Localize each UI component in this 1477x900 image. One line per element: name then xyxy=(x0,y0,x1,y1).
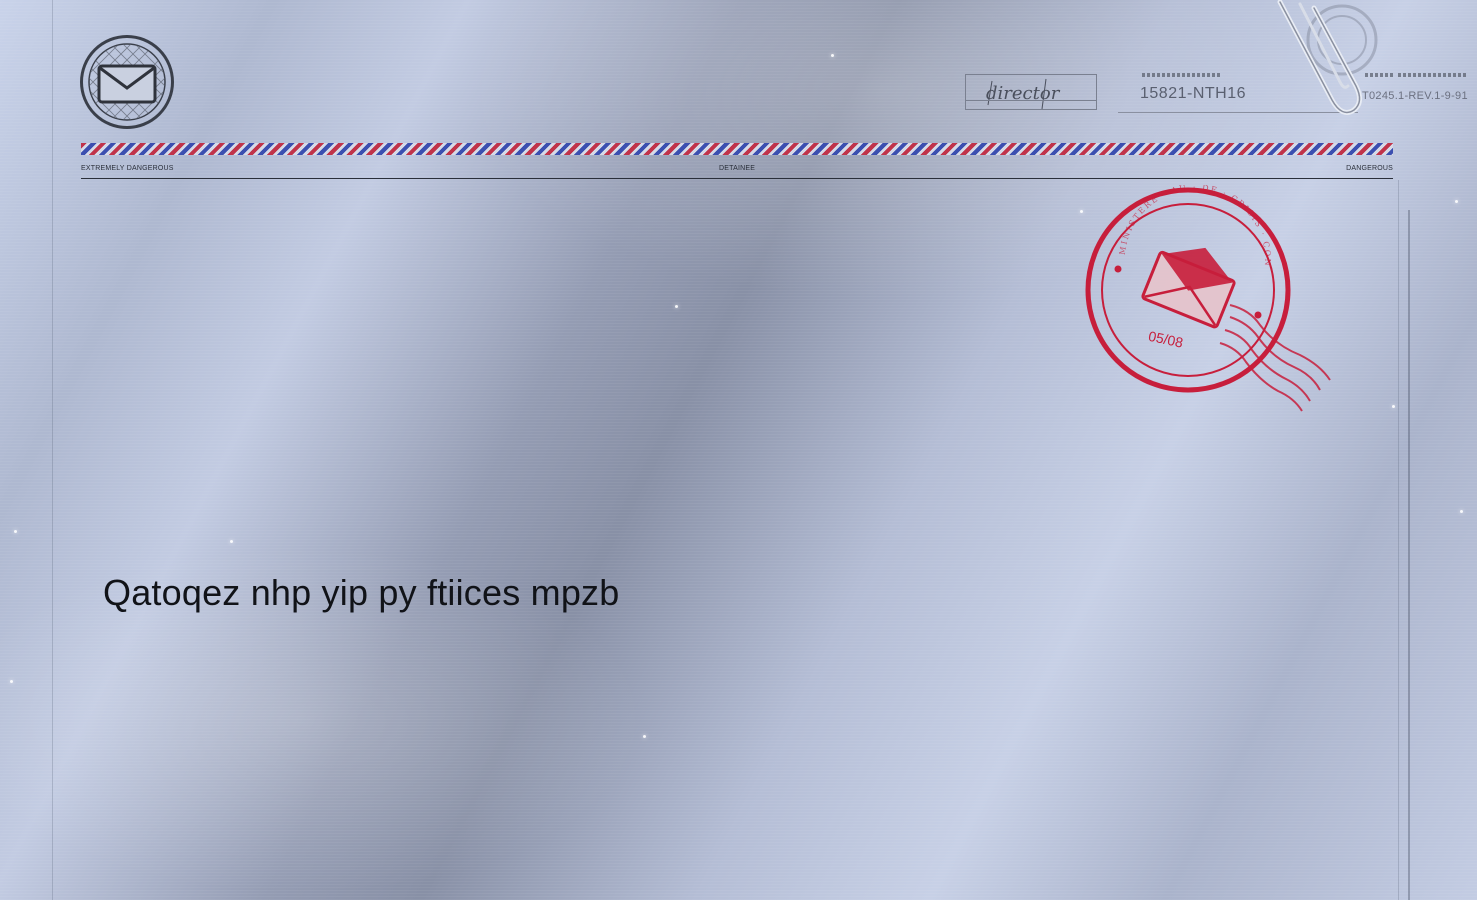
signature-box: director xyxy=(965,74,1097,110)
airmail-stripe xyxy=(81,143,1393,155)
mail-icon xyxy=(80,35,174,129)
envelope-icon xyxy=(1141,247,1236,329)
sparkle xyxy=(10,680,13,683)
right-edge-shadow xyxy=(1408,210,1410,900)
scanline-overlay xyxy=(0,0,1477,900)
signature-rule xyxy=(965,100,1097,101)
right-margin-line xyxy=(1398,180,1399,900)
letter-page: director 15821-NTH16 T0245.1-REV.1-9-91 … xyxy=(0,0,1477,900)
paperclip-icon xyxy=(1277,0,1362,115)
sparkle xyxy=(1392,405,1395,408)
postmark-stamp: MINISTERE · AU · DE · CRISIS · CONT 05/0… xyxy=(1080,185,1331,412)
header-rule xyxy=(81,178,1393,179)
sparkle xyxy=(1455,200,1458,203)
document-code: 15821-NTH16 xyxy=(1140,85,1246,102)
label-detainee: DETAINEE xyxy=(719,165,756,172)
document-reference: T0245.1-REV.1-9-91 xyxy=(1362,90,1468,102)
label-extremely-dangerous: EXTREMELY DANGEROUS xyxy=(81,165,174,172)
sparkle xyxy=(675,305,678,308)
left-margin-line xyxy=(52,0,53,900)
sparkle xyxy=(643,735,646,738)
sparkle xyxy=(831,54,834,57)
sparkle xyxy=(230,540,233,543)
fine-print xyxy=(1398,73,1468,77)
label-dangerous: DANGEROUS xyxy=(1346,165,1393,172)
sparkle xyxy=(14,530,17,533)
fine-print xyxy=(1142,73,1222,77)
sparkle xyxy=(1460,510,1463,513)
message-text: Qatoqez nhp yip py ftiices mpzb xyxy=(103,572,620,613)
paper-sheen xyxy=(0,0,1477,900)
stamp-date: 05/08 xyxy=(1147,328,1185,351)
classification-labels: EXTREMELY DANGEROUS DETAINEE DANGEROUS xyxy=(81,165,1393,175)
